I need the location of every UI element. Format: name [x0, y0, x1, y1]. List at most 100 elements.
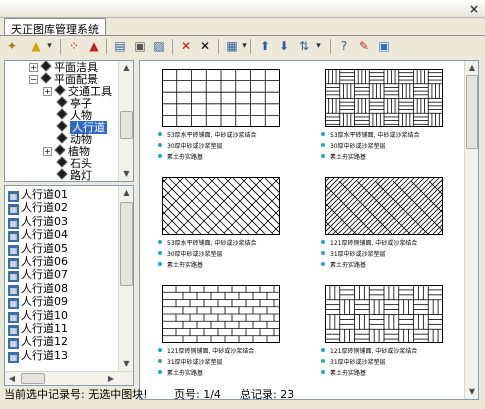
list-item[interactable]: ▦ 人行道01 — [8, 188, 68, 202]
preview-caption: 素土夯实路基 — [158, 153, 203, 162]
delete-icon[interactable]: ✕ — [178, 38, 194, 54]
category-icon — [54, 144, 66, 156]
tree-node-label: 路灯 — [70, 169, 92, 182]
list-item[interactable]: ▦ 人行道02 — [8, 201, 68, 216]
list-item[interactable]: ▦ 人行道12 — [8, 335, 68, 350]
list-item-label: 人行道02 — [21, 201, 68, 215]
sort-icon[interactable]: ⇅ — [296, 38, 312, 54]
preview-caption: 素土夯实路基 — [321, 369, 366, 378]
bullet-icon — [158, 132, 162, 136]
preview-cell[interactable]: 121厚砖侧铺面, 中砂或沙浆结合 31厚中砂或沙浆垫层 素土夯实路基 — [305, 171, 463, 279]
bullet-icon — [321, 154, 325, 158]
list-hscrollbar[interactable]: ◀ ▶ — [5, 371, 133, 385]
close-icon[interactable]: × — [467, 2, 481, 16]
scroll-down-icon[interactable]: ▼ — [119, 357, 133, 371]
list-item[interactable]: ▦ 人行道11 — [8, 322, 68, 336]
scroll-up-icon[interactable]: ▲ — [465, 61, 478, 75]
category-icon — [40, 72, 52, 84]
list-scrollbar[interactable]: ▲ ▼ — [118, 186, 133, 371]
bullet-icon — [158, 262, 162, 266]
paving-pattern-image — [162, 69, 280, 127]
list-item-label: 人行道10 — [21, 308, 68, 322]
list-item[interactable]: ▦ 人行道04 — [8, 228, 68, 243]
caption-text: 121厚砖侧铺面, 中砂或沙浆结合 — [330, 348, 418, 355]
scroll-left-icon[interactable]: ◀ — [5, 372, 19, 385]
tree-scrollbar[interactable]: ▲ ▼ — [118, 61, 133, 181]
preview-caption: 31厚中砂或沙浆垫层 — [158, 358, 223, 367]
list-item-label: 人行道08 — [21, 281, 68, 295]
bullet-icon — [158, 251, 162, 255]
scroll-up-icon[interactable]: ▲ — [119, 186, 133, 200]
open-category-icon[interactable]: ▤ — [112, 38, 128, 54]
list-item[interactable]: ▦ 人行道08 — [8, 281, 68, 296]
category-icon — [56, 132, 68, 144]
toolbar-separator — [106, 39, 107, 54]
paste-icon[interactable]: ▨ — [151, 38, 167, 54]
list-item[interactable]: ▦ 人行道09 — [8, 295, 68, 310]
tree-scroll-thumb[interactable] — [120, 111, 133, 139]
cut-icon[interactable]: ✕ — [197, 38, 213, 54]
edit-icon[interactable]: ✎ — [356, 38, 372, 54]
tab-main[interactable]: 天正图库管理系统 — [4, 18, 106, 36]
collapse-icon[interactable]: − — [29, 75, 38, 84]
scroll-down-icon[interactable]: ▼ — [119, 167, 133, 181]
list-item-label: 人行道05 — [21, 241, 68, 255]
paving-pattern-image — [325, 177, 443, 235]
preview-cell[interactable]: 121厚砖侧铺面, 中砂或沙浆结合 31厚中砂或沙浆垫层 素土夯实路基 — [142, 279, 300, 387]
preview-cell[interactable]: 53厚水平砖铺面, 中砂或沙浆结合 30厚中砂或沙浆垫层 素土夯实路基 — [142, 171, 300, 279]
block-icon: ▦ — [8, 311, 19, 323]
move-up-icon[interactable]: ⬆ — [257, 38, 273, 54]
expand-icon[interactable]: + — [29, 63, 38, 72]
select-all-icon[interactable]: ⁘ — [66, 38, 82, 54]
settings-icon[interactable]: ▣ — [376, 38, 392, 54]
expand-icon[interactable]: + — [43, 147, 52, 156]
bullet-icon — [158, 348, 162, 352]
list-item[interactable]: ▦ 人行道03 — [8, 215, 68, 229]
copy-icon[interactable]: ▣ — [132, 38, 148, 54]
preview-panel: ▲ ▼ 53厚水平砖铺面, 中砂或沙浆结合 30厚中砂或沙浆垫层 素土夯实路基 53厚… — [139, 60, 479, 400]
bullet-icon — [321, 262, 325, 266]
caption-text: 素土夯实路基 — [167, 262, 204, 269]
move-down-icon[interactable]: ⬇ — [276, 38, 292, 54]
list-item[interactable]: ▦ 人行道13 — [8, 349, 68, 363]
preview-caption: 53厚水平砖铺面, 中砂或沙浆结合 — [158, 239, 256, 248]
preview-scroll-thumb[interactable] — [466, 75, 478, 149]
bullet-icon — [321, 348, 325, 352]
list-item[interactable]: ▦ 人行道07 — [8, 268, 68, 283]
open-lib-icon[interactable]: ▲ — [28, 38, 44, 54]
view-mode-dropdown-icon[interactable]: ▾ — [240, 38, 249, 54]
expand-icon[interactable]: + — [43, 87, 52, 96]
bullet-icon — [321, 240, 325, 244]
preview-cell[interactable]: 53厚水平砖铺面, 中砂或沙浆结合 30厚中砂或沙浆垫层 素土夯实路基 — [142, 63, 300, 171]
list-item-label: 人行道06 — [21, 255, 68, 268]
list-scroll-thumb[interactable] — [120, 202, 133, 286]
open-lib-dropdown-icon[interactable]: ▾ — [45, 38, 54, 54]
paving-pattern-image — [325, 285, 443, 343]
view-mode-icon[interactable]: ▦ — [224, 38, 240, 54]
sort-dropdown-icon[interactable]: ▾ — [314, 38, 323, 54]
tree-node[interactable]: 路灯 — [43, 168, 92, 182]
scroll-up-icon[interactable]: ▲ — [119, 61, 133, 75]
new-lib-icon[interactable]: ✦ — [4, 38, 20, 54]
category-tree: ▲ ▼ + 平面洁具 − 平面配景 + 交通工具 亭子 人物 人行道 动物 + 植物 石头 路灯 — [4, 60, 134, 182]
scroll-right-icon[interactable]: ▶ — [104, 372, 118, 385]
caption-text: 30厚中砂或沙浆垫层 — [330, 143, 386, 150]
list-item[interactable]: ▦ 人行道10 — [8, 308, 68, 323]
bullet-icon — [321, 370, 325, 374]
list-hscroll-thumb[interactable] — [21, 373, 45, 384]
list-item[interactable]: ▦ 人行道06 — [8, 255, 68, 269]
status-page: 页号: 1/4 — [174, 388, 221, 401]
status-bar: 当前选中记录号: 无选中图块! 页号: 1/4 总记录: 23 — [0, 387, 485, 409]
preview-scrollbar[interactable]: ▲ ▼ — [464, 61, 478, 399]
open-folder-icon — [56, 120, 68, 132]
toolbar-separator — [60, 39, 61, 54]
preview-cell[interactable]: 53厚水平砖铺面, 中砂或沙浆结合 30厚中砂或沙浆垫层 素土夯实路基 — [305, 63, 463, 171]
preview-cell[interactable]: 121厚砖侧铺面, 中砂或沙浆结合 31厚中砂或沙浆垫层 素土夯实路基 — [305, 279, 463, 387]
list-item[interactable]: ▦ 人行道05 — [8, 241, 68, 256]
caption-text: 53厚水平砖铺面, 中砂或沙浆结合 — [167, 240, 257, 247]
caption-text: 素土夯实路基 — [330, 370, 367, 377]
new-category-icon[interactable]: ▲ — [86, 38, 102, 54]
preview-caption: 素土夯实路基 — [158, 261, 203, 270]
help-icon[interactable]: ? — [336, 38, 352, 54]
tab-divider — [0, 35, 485, 36]
